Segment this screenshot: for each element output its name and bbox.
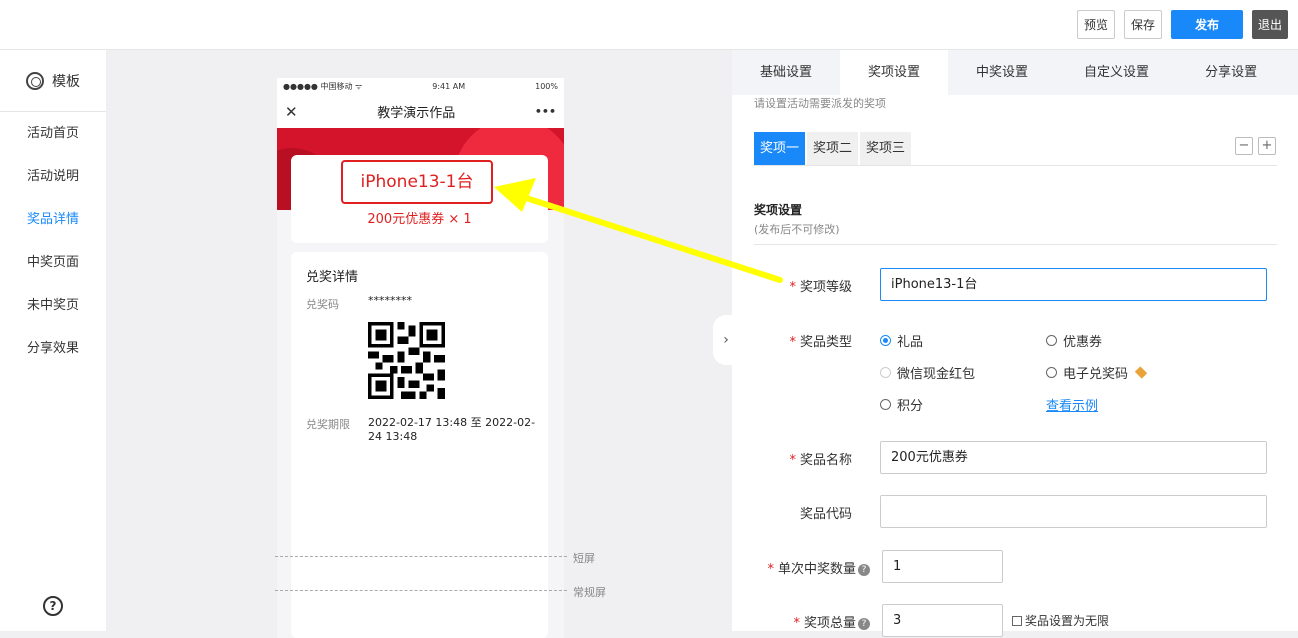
qr-code-icon	[368, 322, 445, 399]
add-prize-button[interactable]: +	[1258, 137, 1276, 155]
single-win-qty-input[interactable]: 1	[882, 550, 1003, 583]
prize-tab-3[interactable]: 奖项三	[860, 132, 912, 166]
aperture-icon	[26, 71, 44, 90]
prize-total-label: * 奖项总量?	[742, 612, 870, 631]
tab-prize[interactable]: 奖项设置	[840, 50, 949, 95]
save-button[interactable]: 保存	[1124, 10, 1162, 39]
radio-gift[interactable]: 礼品	[880, 331, 923, 350]
checkbox-box	[1012, 615, 1022, 626]
battery-text: 100%	[535, 82, 558, 91]
prize-type-label: * 奖品类型	[789, 335, 852, 350]
help-icon[interactable]: ?	[858, 563, 870, 576]
redeem-period-label: 兑奖期限	[306, 418, 350, 431]
sidebar-item-home[interactable]: 活动首页	[0, 112, 106, 155]
short-screen-label: 短屏	[573, 552, 595, 565]
unlimited-checkbox[interactable]: 奖品设置为无限	[1012, 612, 1109, 629]
time-text: 9:41 AM	[432, 82, 466, 91]
redeem-detail-title: 兑奖详情	[306, 270, 359, 285]
phone-nav-bar: ✕ 教学演示作品 •••	[277, 95, 564, 128]
sidebar-item-win-page[interactable]: 中奖页面	[0, 241, 106, 284]
prize-level-input[interactable]: iPhone13-1台	[880, 268, 1267, 301]
phone-nav-title: 教学演示作品	[377, 106, 456, 121]
chevron-right-icon: ›	[723, 332, 729, 348]
preview-button[interactable]: 预览	[1077, 10, 1115, 39]
sidebar-item-share[interactable]: 分享效果	[0, 327, 106, 370]
prize-card: iPhone13-1台 200元优惠券 × 1	[291, 155, 548, 243]
settings-tabs: 基础设置 奖项设置 中奖设置 自定义设置 分享设置	[732, 50, 1298, 95]
short-screen-line	[275, 556, 567, 557]
premium-badge-icon	[1134, 366, 1148, 379]
single-win-qty-label: * 单次中奖数量?	[742, 558, 870, 577]
phone-status-bar: ●●●●● 中国移动 ᯤ 9:41 AM 100%	[277, 78, 564, 95]
sidebar: 模板 活动首页 活动说明 奖品详情 中奖页面 未中奖页 分享效果 ?	[0, 50, 107, 631]
prize-name-input[interactable]: 200元优惠券	[880, 441, 1267, 474]
redeem-code-label: 兑奖码	[306, 298, 339, 311]
radio-dot	[880, 335, 891, 346]
prize-tab-1[interactable]: 奖项一	[754, 132, 806, 166]
prize-name-label: * 奖品名称	[789, 453, 852, 468]
settings-panel: 基础设置 奖项设置 中奖设置 自定义设置 分享设置 请设置活动需要派发的奖项 奖…	[732, 50, 1298, 637]
radio-ecode[interactable]: 电子兑奖码	[1046, 363, 1148, 382]
phone-preview: ●●●●● 中国移动 ᯤ 9:41 AM 100% ✕ 教学演示作品 ••• i…	[277, 78, 564, 638]
help-icon[interactable]: ?	[43, 596, 63, 616]
prize-code-label: 奖品代码	[799, 507, 852, 522]
prize-subtitle: 200元优惠券 × 1	[367, 212, 472, 227]
tab-share[interactable]: 分享设置	[1177, 50, 1285, 95]
prize-hint: 请设置活动需要派发的奖项	[754, 97, 886, 110]
tab-basic[interactable]: 基础设置	[732, 50, 840, 95]
carrier-text: ●●●●● 中国移动 ᯤ	[283, 82, 363, 91]
prize-tab-2[interactable]: 奖项二	[807, 132, 859, 166]
more-icon: •••	[534, 105, 556, 118]
template-nav[interactable]: 模板	[0, 50, 106, 112]
close-icon: ✕	[285, 102, 298, 121]
radio-dot	[880, 367, 891, 378]
prize-tabs: 奖项一 奖项二 奖项三	[754, 132, 913, 166]
redeem-code-value: ********	[368, 294, 412, 307]
prize-total-input[interactable]: 3	[882, 604, 1003, 637]
normal-screen-line	[275, 590, 567, 591]
redeem-period-value: 2022-02-17 13:48 至 2022-02-24 13:48	[368, 416, 536, 443]
top-toolbar: 预览 保存 发布 退出	[0, 0, 1298, 50]
template-label: 模板	[52, 73, 80, 90]
radio-coupon[interactable]: 优惠券	[1046, 331, 1102, 350]
preview-canvas: ●●●●● 中国移动 ᯤ 9:41 AM 100% ✕ 教学演示作品 ••• i…	[107, 50, 732, 638]
radio-dot	[880, 399, 891, 410]
publish-button[interactable]: 发布	[1171, 10, 1243, 39]
tab-win[interactable]: 中奖设置	[948, 50, 1056, 95]
radio-wechat-redpacket[interactable]: 微信现金红包	[880, 363, 975, 382]
prize-level-text: iPhone13-1台	[341, 160, 493, 204]
help-icon[interactable]: ?	[858, 617, 870, 630]
sidebar-item-lose-page[interactable]: 未中奖页	[0, 284, 106, 327]
radio-dot	[1046, 367, 1057, 378]
section-title: 奖项设置	[754, 203, 803, 217]
redeem-detail-card: 兑奖详情 兑奖码 ******** 兑奖期限 2022-02-17 13:48 …	[291, 252, 548, 638]
remove-prize-button[interactable]: −	[1235, 137, 1253, 155]
prize-level-label: * 奖项等级	[789, 280, 852, 295]
radio-points[interactable]: 积分	[880, 395, 923, 414]
sidebar-item-description[interactable]: 活动说明	[0, 155, 106, 198]
radio-dot	[1046, 335, 1057, 346]
exit-button[interactable]: 退出	[1252, 10, 1288, 39]
view-example-link[interactable]: 查看示例	[1046, 395, 1098, 414]
prize-code-input[interactable]	[880, 495, 1267, 528]
divider	[754, 244, 1277, 245]
sidebar-item-prize-detail[interactable]: 奖品详情	[0, 198, 106, 241]
section-subtitle: (发布后不可修改)	[754, 223, 840, 236]
divider	[754, 165, 1277, 166]
tab-custom[interactable]: 自定义设置	[1056, 50, 1177, 95]
normal-screen-label: 常规屏	[573, 586, 606, 599]
